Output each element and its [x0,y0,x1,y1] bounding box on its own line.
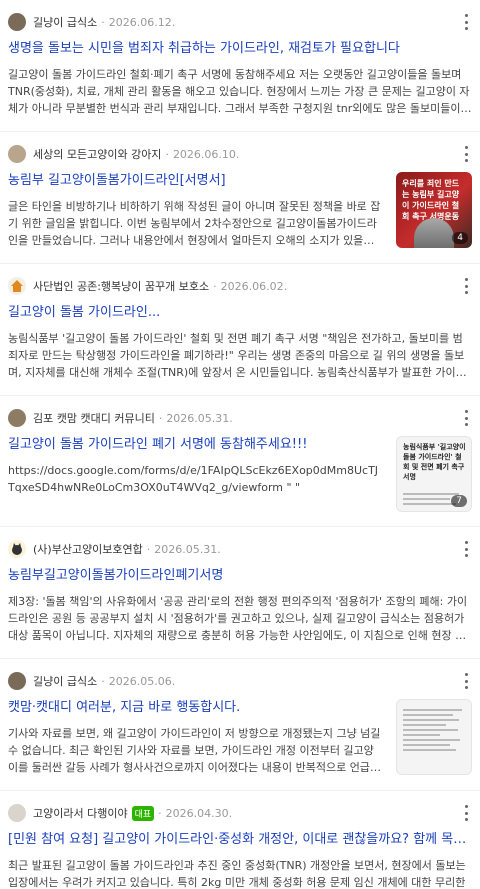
separator-dot: · [158,806,162,820]
thumbnail-caption: 우리를 죄인 만드는 농림부 길고양이 가이드라인 철회 촉구 서명운동 [402,179,460,221]
post-title[interactable]: 길고양이 돌봄 가이드라인... [8,304,472,322]
post-snippet[interactable]: 최근 발표된 길고양이 돌봄 가이드라인과 추진 중인 중성화(TNR) 개정안… [8,857,472,889]
thumbnail-text-lines [403,706,465,751]
list-item: 세상의 모든고양이와 강아지 · 2026.06.10. 농림부 길고양이돌봄가… [0,132,480,264]
avatar[interactable] [8,13,26,31]
blog-name[interactable]: 길냥이 급식소 [33,673,97,689]
post-title[interactable]: 농림부길고양이돌봄가이드라인폐기서명 [8,567,472,585]
post-date: 2026.06.12. [108,15,176,29]
list-item: 길냥이 급식소 · 2026.06.12. 생명을 돌보는 시민을 범죄자 취급… [0,0,480,132]
separator-dot: · [165,147,169,161]
blog-name[interactable]: (사)부산고양이보호연합 [33,541,143,557]
post-meta: 사단법인 공존:행복냥이 꿈꾸개 보호소 · 2026.06.02. [8,276,472,296]
list-item: (사)부산고양이보호연합 · 2026.05.31. 농림부길고양이돌봄가이드라… [0,527,480,659]
list-item: 길냥이 급식소 · 2026.05.06. 캣맘·캣대디 여러분, 지금 바로 … [0,659,480,791]
post-title[interactable]: 농림부 길고양이돌봄가이드라인[서명서] [8,172,382,190]
separator-dot: · [158,411,163,425]
separator-dot: · [101,674,105,688]
avatar[interactable] [8,540,26,558]
post-date: 2026.04.30. [165,806,233,820]
more-options-icon[interactable] [460,14,472,30]
image-count-badge: 7 [451,495,467,507]
post-title[interactable]: [민원 참여 요청] 길고양이 가이드라인·중성화 개정안, 이대로 괜찮을까요… [8,831,472,849]
post-date: 2026.05.06. [108,674,176,688]
blog-name[interactable]: 고양이라서 다행이야 [33,805,128,821]
post-title[interactable]: 캣맘·캣대디 여러분, 지금 바로 행동합시다. [8,699,382,717]
post-snippet[interactable]: 농림식품부 '길고양이 돌봄 가이드라인' 철회 및 전면 폐기 촉구 서명 "… [8,330,472,381]
blog-name[interactable]: 김포 캣맘 캣대디 커뮤니티 [33,410,155,426]
avatar[interactable] [8,804,26,822]
post-snippet[interactable]: 글은 타인을 비방하기나 비하하기 위해 작성된 글이 아니며 잘못된 정책을 … [8,198,382,249]
more-options-icon[interactable] [460,541,472,557]
more-options-icon[interactable] [460,673,472,689]
post-date: 2026.06.02. [220,279,288,293]
post-meta: (사)부산고양이보호연합 · 2026.05.31. [8,539,472,559]
blog-name[interactable]: 길냥이 급식소 [33,14,97,30]
post-thumbnail[interactable]: 농림식품부 '길고양이 돌봄 가이드라인' 철회 및 전면 폐기 촉구 서명 7 [396,436,472,512]
cat-photo [414,218,454,248]
post-date: 2026.05.31. [166,411,233,425]
image-count-badge: 4 [452,232,468,244]
separator-dot: · [101,15,105,29]
post-date: 2026.06.10. [172,147,240,161]
post-thumbnail[interactable]: 우리를 죄인 만드는 농림부 길고양이 가이드라인 철회 촉구 서명운동 4 [396,172,472,248]
post-snippet[interactable]: 제3장: '돌봄 책임'의 사유화에서 '공공 관리'로의 전환 행정 편의주의… [8,593,472,644]
cat-logo-icon [12,543,22,555]
list-item: 고양이라서 다행이야 대표 · 2026.04.30. [민원 참여 요청] 길… [0,791,480,889]
avatar[interactable] [8,672,26,690]
representative-badge: 대표 [131,805,155,821]
avatar[interactable] [8,277,26,295]
blog-name[interactable]: 세상의 모든고양이와 강아지 [33,146,161,162]
post-date: 2026.05.31. [154,542,221,556]
post-meta: 고양이라서 다행이야 대표 · 2026.04.30. [8,803,472,823]
search-result-list: 길냥이 급식소 · 2026.06.12. 생명을 돌보는 시민을 범죄자 취급… [0,0,480,889]
more-options-icon[interactable] [460,410,472,426]
post-meta: 길냥이 급식소 · 2026.05.06. [8,671,472,691]
post-title[interactable]: 생명을 돌보는 시민을 범죄자 취급하는 가이드라인, 재검토가 필요합니다 [8,40,472,58]
list-item: 사단법인 공존:행복냥이 꿈꾸개 보호소 · 2026.06.02. 길고양이 … [0,264,480,396]
post-meta: 김포 캣맘 캣대디 커뮤니티 · 2026.05.31. [8,408,472,428]
separator-dot: · [213,279,217,293]
more-options-icon[interactable] [460,278,472,294]
avatar[interactable] [8,145,26,163]
thumbnail-caption: 농림식품부 '길고양이 돌봄 가이드라인' 철회 및 전면 폐기 촉구 서명 [403,443,466,481]
shelter-logo-icon [11,280,23,292]
post-title[interactable]: 길고양이 돌봄 가이드라인 폐기 서명에 동참해주세요!!! [8,436,382,454]
post-snippet[interactable]: 기사와 자료를 보면, 왜 길고양이 가이드라인이 저 방향으로 개정됐는지 그… [8,725,382,776]
post-snippet[interactable]: https://docs.google.com/forms/d/e/1FAIpQ… [8,462,382,496]
separator-dot: · [146,542,151,556]
list-item: 김포 캣맘 캣대디 커뮤니티 · 2026.05.31. 길고양이 돌봄 가이드… [0,396,480,527]
post-meta: 길냥이 급식소 · 2026.06.12. [8,12,472,32]
blog-name[interactable]: 사단법인 공존:행복냥이 꿈꾸개 보호소 [33,278,209,294]
post-snippet[interactable]: 길고양이 돌봄 가이드라인 철회·폐기 촉구 서명에 동참해주세요 저는 오랫동… [8,66,472,117]
avatar[interactable] [8,409,26,427]
post-meta: 세상의 모든고양이와 강아지 · 2026.06.10. [8,144,472,164]
more-options-icon[interactable] [460,805,472,821]
more-options-icon[interactable] [460,146,472,162]
post-thumbnail[interactable] [396,699,472,775]
